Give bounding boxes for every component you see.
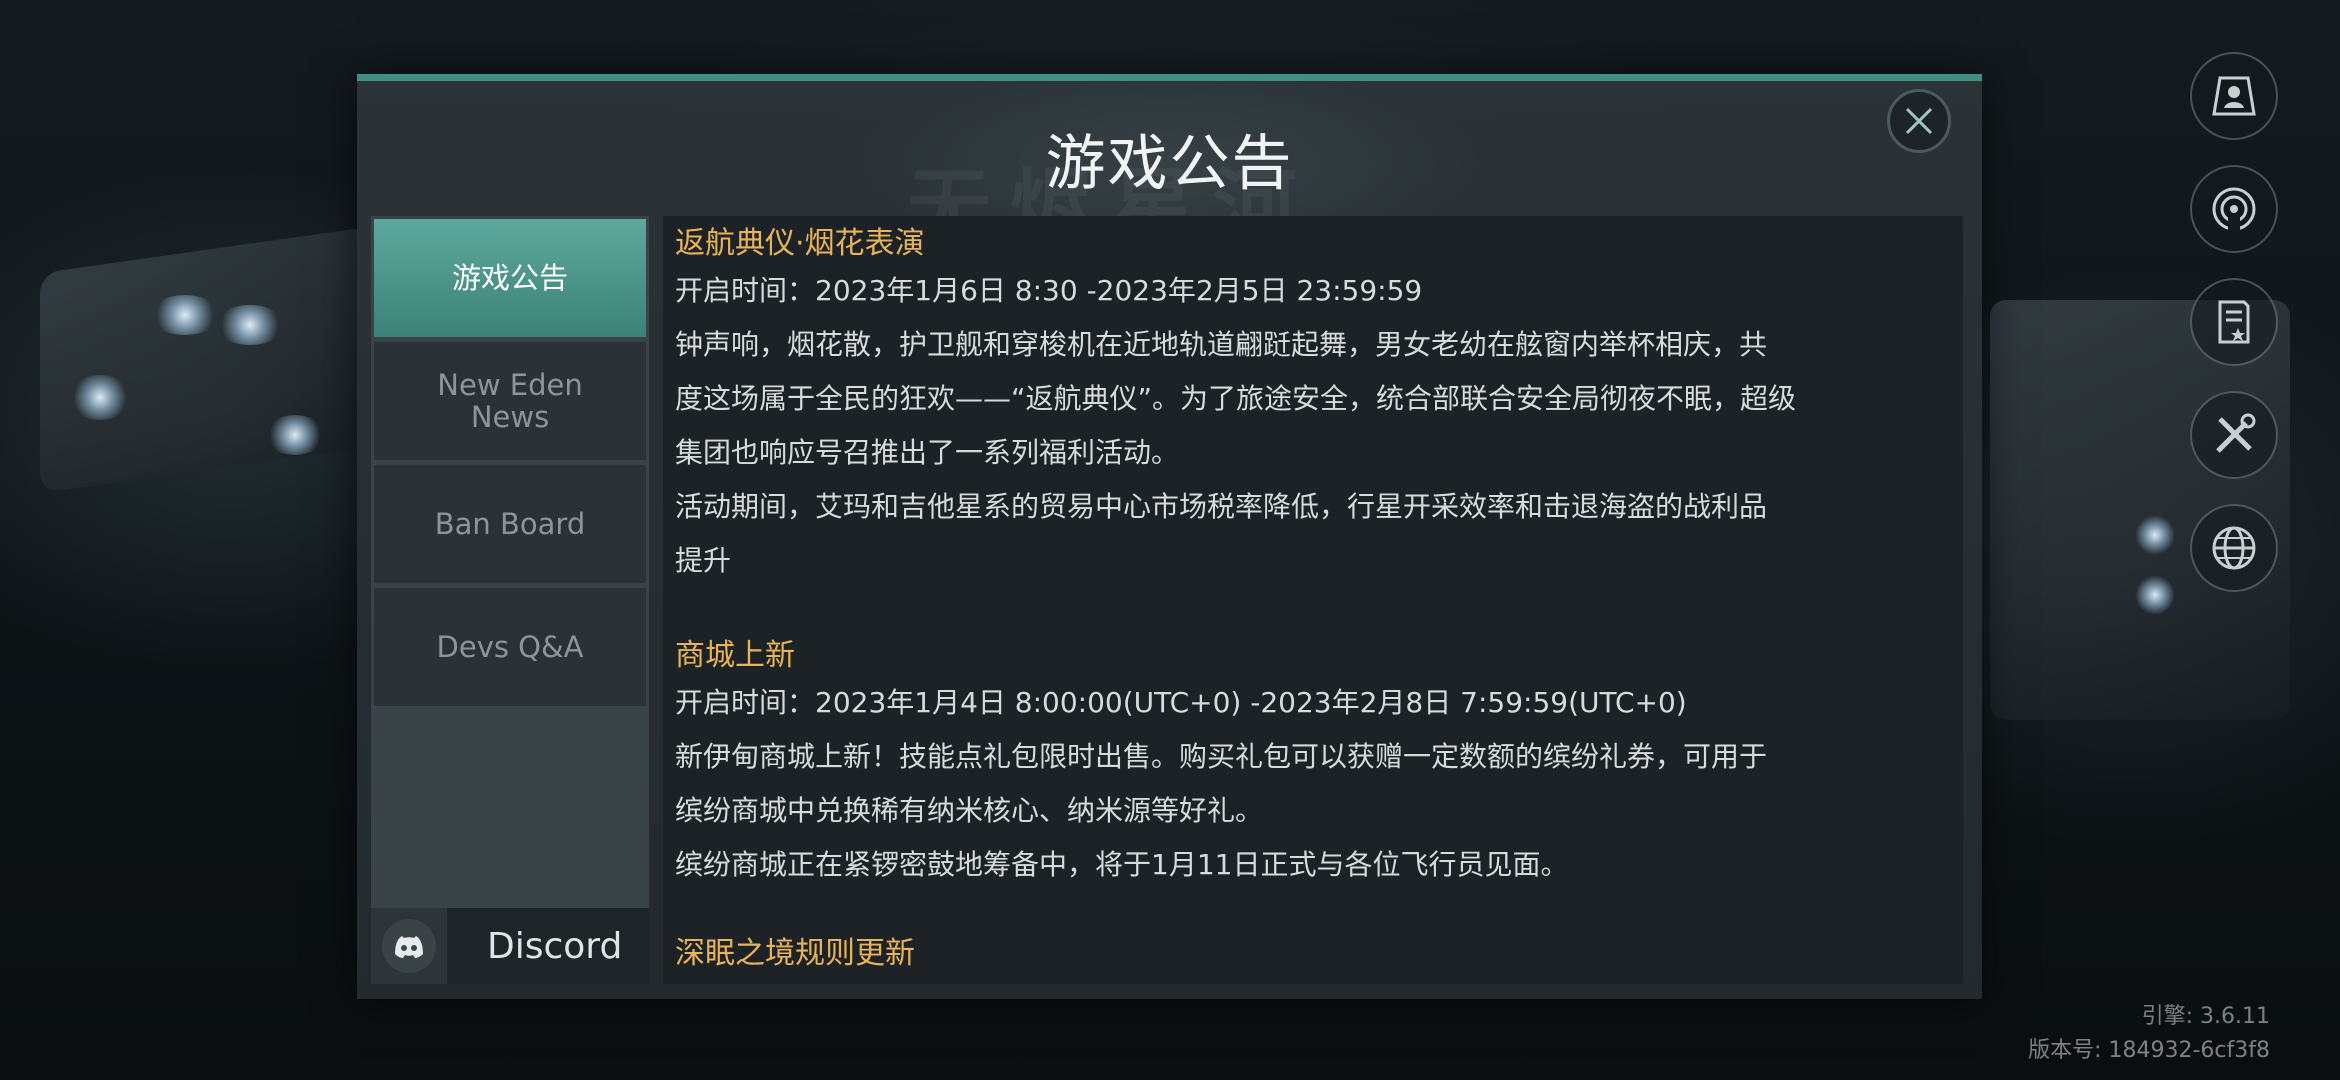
build-version: 版本号: 184932-6cf3f8 [2028, 1038, 2270, 1063]
engine-glow [215, 305, 285, 345]
section-line: 新伊甸商城上新！技能点礼包限时出售。购买礼包可以获赠一定数额的缤纷礼券，可用于 [675, 740, 1768, 773]
announcement-tabs: 游戏公告 New Eden News Ban Board Devs Q&A [371, 216, 649, 974]
tab-label: Devs Q&A [436, 630, 584, 664]
signal-icon [2212, 187, 2256, 231]
announcement-dialog: 无烬星河 游戏公告 游戏公告 New Eden News Ban Board D… [357, 74, 1982, 999]
tab-devs-qa[interactable]: Devs Q&A [374, 588, 646, 706]
section-line: 度这场属于全民的狂欢——“返航典仪”。为了旅途安全，统合部联合安全局彻夜不眠，超… [675, 382, 1797, 415]
background-ship-left [40, 226, 370, 494]
section-line: 缤纷商城中兑换稀有纳米核心、纳米源等好礼。 [675, 794, 1264, 827]
tab-ban-board[interactable]: Ban Board [374, 465, 646, 583]
announcement-content[interactable]: 返航典仪·烟花表演 开启时间：2023年1月6日 8:30 -2023年2月5日… [663, 216, 1963, 984]
profile-button[interactable] [2190, 52, 2278, 140]
profile-icon [2212, 76, 2256, 116]
notes-button[interactable] [2190, 278, 2278, 366]
engine-glow [265, 415, 325, 455]
section-title: 深眠之境规则更新 [675, 936, 915, 971]
announcement-section: 商城上新 开启时间：2023年1月4日 8:00:00(UTC+0) -2023… [663, 636, 1959, 892]
notes-icon [2218, 300, 2250, 344]
announcement-section: 深眠之境规则更新 [663, 934, 1959, 974]
section-line: 钟声响，烟花散，护卫舰和穿梭机在近地轨道翩跹起舞，男女老幼在舷窗内举杯相庆，共 [675, 328, 1768, 361]
section-line: 开启时间：2023年1月4日 8:00:00(UTC+0) -2023年2月8日… [675, 686, 1687, 719]
globe-icon [2212, 526, 2256, 570]
engine-glow [150, 295, 220, 335]
engine-glow [2135, 575, 2175, 615]
section-line: 提升 [675, 544, 732, 577]
settings-tools-icon [2216, 413, 2256, 453]
section-line: 集团也响应号召推出了一系列福利活动。 [675, 436, 1180, 469]
tab-label: Ban Board [434, 507, 586, 541]
discord-button[interactable]: Discord [371, 908, 649, 984]
engine-version: 引擎: 3.6.11 [2141, 1004, 2270, 1029]
section-line: 活动期间，艾玛和吉他星系的贸易中心市场税率降低，行星开采效率和击退海盗的战利品 [675, 490, 1768, 523]
tab-new-eden-news[interactable]: New Eden News [374, 342, 646, 460]
dialog-header: 无烬星河 游戏公告 [357, 81, 1982, 241]
engine-glow [70, 375, 130, 420]
settings-button[interactable] [2190, 391, 2278, 479]
dialog-accent-bar [357, 74, 1982, 81]
section-title: 返航典仪·烟花表演 [675, 226, 925, 261]
tab-label: 游戏公告 [451, 261, 568, 295]
announcement-section: 返航典仪·烟花表演 开启时间：2023年1月6日 8:30 -2023年2月5日… [663, 224, 1959, 588]
tab-game-announcement[interactable]: 游戏公告 [374, 219, 646, 337]
section-line: 缤纷商城正在紧锣密鼓地筹备中，将于1月11日正式与各位飞行员见面。 [675, 848, 1569, 881]
section-title: 商城上新 [675, 638, 795, 673]
language-button[interactable] [2190, 504, 2278, 592]
discord-icon [382, 919, 436, 973]
signal-button[interactable] [2190, 165, 2278, 253]
tab-label: New Eden News [437, 368, 583, 434]
section-line: 开启时间：2023年1月6日 8:30 -2023年2月5日 23:59:59 [675, 274, 1423, 307]
dialog-title: 游戏公告 [1045, 129, 1294, 199]
discord-label: Discord [487, 925, 623, 967]
close-icon [1905, 107, 1933, 135]
engine-glow [2135, 515, 2175, 555]
close-button[interactable] [1887, 89, 1951, 153]
discord-icon-wrap [371, 908, 447, 984]
